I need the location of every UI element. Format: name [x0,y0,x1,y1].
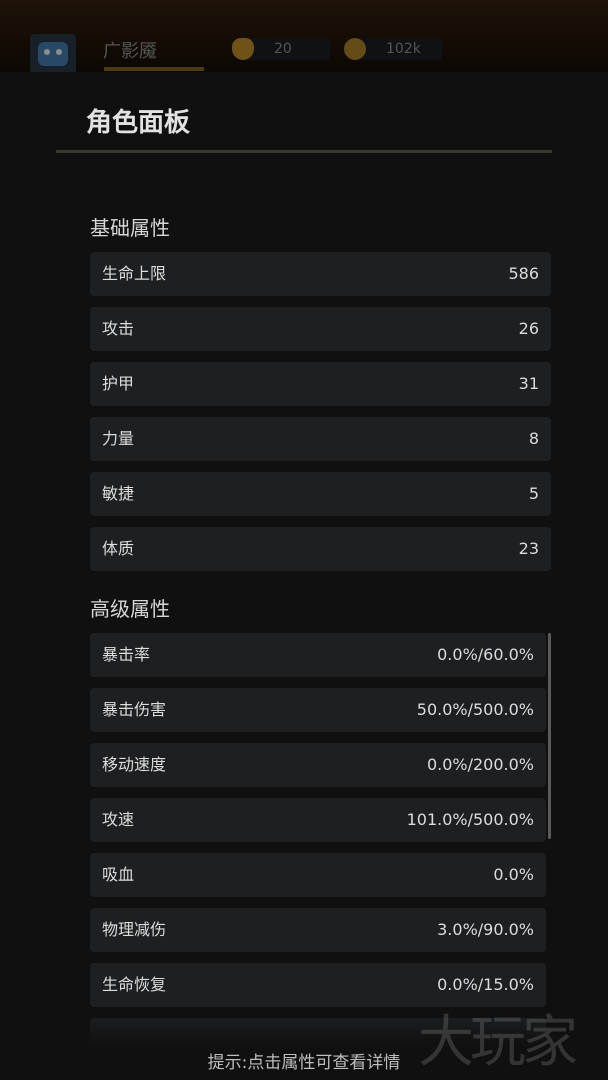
attribute-row-constitution[interactable]: 体质 23 [90,527,551,571]
attribute-value: 0.0%/60.0% [437,645,534,664]
attribute-value: 26 [518,319,539,338]
attribute-label: 力量 [102,429,135,448]
attribute-row-hp-regen[interactable]: 生命恢复 0.0%/15.0% [90,963,546,1007]
attribute-row-move-speed[interactable]: 移动速度 0.0%/200.0% [90,743,546,787]
attribute-row-strength[interactable]: 力量 8 [90,417,551,461]
attribute-row-attack-speed[interactable]: 攻速 101.0%/500.0% [90,798,546,842]
attribute-value: 3.0%/90.0% [437,920,534,939]
attribute-row-attack[interactable]: 攻击 26 [90,307,551,351]
basic-attributes-title: 基础属性 [90,216,170,240]
attribute-label: 生命恢复 [102,975,167,994]
attribute-value: 5 [528,484,539,503]
attribute-row-armor[interactable]: 护甲 31 [90,362,551,406]
attribute-label: 暴击率 [102,645,151,664]
attribute-label: 物理减伤 [102,920,167,939]
attribute-label: 敏捷 [102,484,135,503]
attribute-value: 101.0%/500.0% [406,810,534,829]
attribute-value: 8 [528,429,539,448]
attribute-label: 生命上限 [102,264,167,283]
attribute-row-lifesteal[interactable]: 吸血 0.0% [90,853,546,897]
attribute-value: 0.0% [493,865,534,884]
attribute-value: 23 [518,539,539,558]
attribute-value: 31 [518,374,539,393]
attribute-row-max-hp[interactable]: 生命上限 586 [90,252,551,296]
attribute-row-crit-damage[interactable]: 暴击伤害 50.0%/500.0% [90,688,546,732]
panel-title: 角色面板 [86,108,191,138]
attribute-label: 暴击伤害 [102,700,167,719]
attribute-label: 体质 [102,539,135,558]
attributes-scrollbar[interactable] [548,633,551,839]
title-divider [56,150,552,153]
attribute-row-physical-reduction[interactable]: 物理减伤 3.0%/90.0% [90,908,546,952]
attribute-value: 0.0%/200.0% [426,755,534,774]
modal-overlay[interactable] [0,0,608,72]
attribute-value: 0.0%/15.0% [437,975,534,994]
attribute-label: 攻速 [102,810,135,829]
attribute-label: 移动速度 [102,755,167,774]
attribute-label: 护甲 [102,374,135,393]
attribute-value: 50.0%/500.0% [416,700,534,719]
attribute-row-crit-rate[interactable]: 暴击率 0.0%/60.0% [90,633,546,677]
attribute-value: 586 [508,264,539,283]
attribute-label: 吸血 [102,865,135,884]
watermark: 大玩家 [418,1010,578,1075]
attribute-row-agility[interactable]: 敏捷 5 [90,472,551,516]
attribute-label: 攻击 [102,319,135,338]
advanced-attributes-title: 高级属性 [90,597,170,621]
top-status-bar: 广影魇 20 102k [0,0,608,74]
